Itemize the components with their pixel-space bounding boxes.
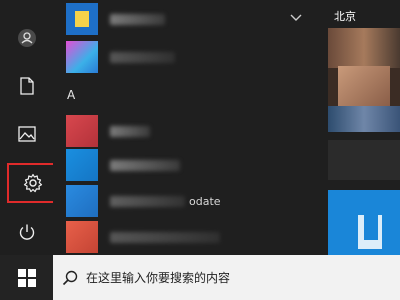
app-icon — [66, 115, 98, 147]
search-icon — [62, 270, 78, 285]
weather-tile-label[interactable]: 北京 — [334, 8, 356, 24]
start-menu-rail — [0, 0, 59, 255]
taskbar: 在这里输入你要搜索的内容 — [0, 255, 400, 300]
photo-tile[interactable] — [328, 28, 400, 132]
list-item[interactable] — [53, 114, 320, 148]
list-item[interactable] — [53, 40, 320, 74]
section-letter[interactable]: A — [67, 88, 75, 102]
list-item[interactable] — [53, 220, 320, 254]
app-icon — [66, 41, 98, 73]
document-icon — [19, 77, 34, 95]
list-item[interactable]: odate — [53, 184, 320, 218]
gear-icon — [23, 173, 43, 193]
list-item[interactable] — [53, 2, 320, 36]
list-item-text: odate — [189, 194, 221, 208]
documents-button[interactable] — [0, 66, 53, 106]
chevron-down-icon[interactable] — [290, 14, 302, 22]
account-button[interactable] — [0, 18, 53, 58]
tile[interactable] — [328, 190, 400, 255]
live-tiles: 北京 — [320, 0, 400, 255]
start-button[interactable] — [0, 255, 53, 300]
list-item[interactable] — [53, 148, 320, 182]
search-placeholder: 在这里输入你要搜索的内容 — [86, 271, 231, 285]
app-icon — [66, 185, 98, 217]
tile[interactable] — [328, 140, 400, 180]
pictures-icon — [17, 126, 36, 142]
app-icon — [66, 149, 98, 181]
user-icon — [17, 29, 36, 47]
folder-icon — [66, 3, 98, 35]
windows-logo-icon — [17, 268, 36, 287]
app-icon — [66, 221, 98, 253]
search-box[interactable]: 在这里输入你要搜索的内容 — [53, 255, 400, 300]
power-button[interactable] — [0, 212, 53, 252]
pictures-button[interactable] — [0, 114, 53, 154]
app-list: A odate — [53, 0, 320, 255]
power-icon — [19, 224, 34, 240]
settings-button[interactable] — [7, 163, 59, 203]
